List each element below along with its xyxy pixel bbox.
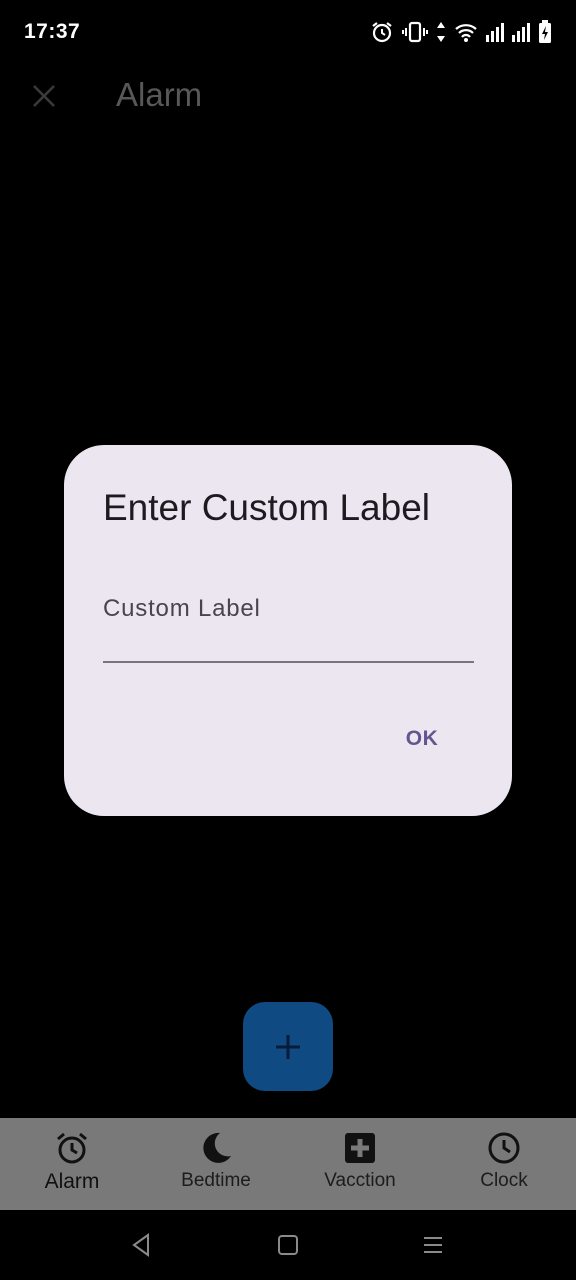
ok-button[interactable]: OK	[384, 715, 460, 763]
screen: 17:37 Alarm Alarm Bedtime Vacction Clock…	[0, 0, 576, 1280]
field-underline	[103, 661, 474, 663]
custom-label-field[interactable]: Custom Label	[103, 595, 474, 663]
custom-label-input[interactable]	[103, 595, 474, 661]
custom-label-dialog: Enter Custom Label Custom Label OK	[64, 445, 512, 816]
dialog-title: Enter Custom Label	[103, 487, 431, 528]
